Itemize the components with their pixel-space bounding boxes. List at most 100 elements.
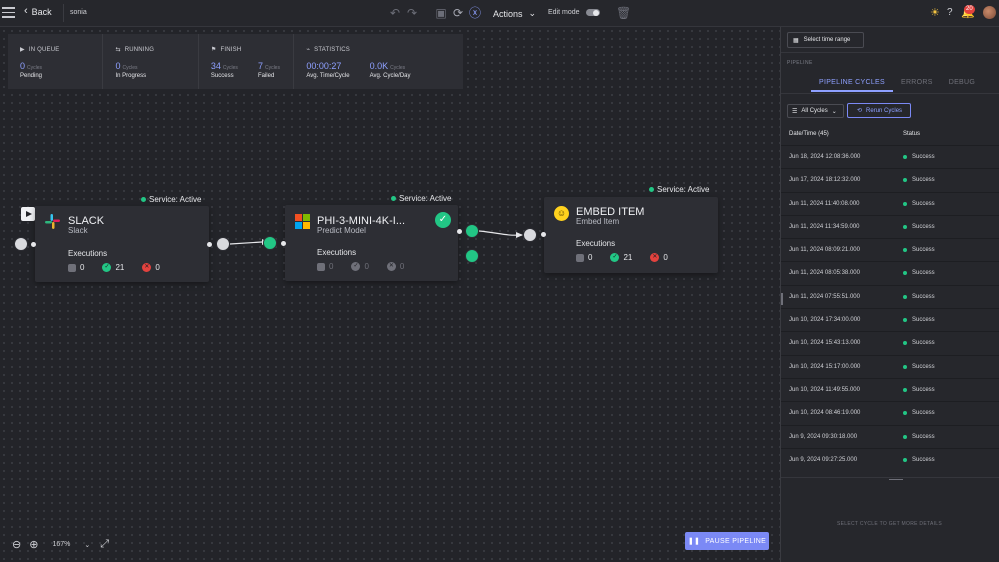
checkmark-icon: ✓ — [435, 212, 451, 228]
table-row[interactable]: Jun 17, 2024 18:12:32.000 Success — [781, 168, 999, 191]
row-datetime: Jun 10, 2024 17:34:00.000 — [789, 317, 861, 324]
table-row[interactable]: Jun 11, 2024 08:09:21.000 Success — [781, 238, 999, 261]
status-text: Success — [912, 433, 935, 440]
output-port-2[interactable] — [465, 249, 479, 263]
error-count: 0 — [155, 263, 160, 272]
connector-line[interactable] — [478, 230, 523, 236]
error-icon: ✕ — [142, 263, 152, 272]
node-input-port[interactable] — [281, 241, 286, 246]
time-range-label: Select time range — [803, 37, 851, 43]
slack-icon — [45, 214, 60, 229]
connector-line[interactable] — [229, 241, 263, 245]
zoom-level[interactable]: 167% — [52, 541, 70, 548]
avatar[interactable] — [983, 6, 996, 19]
pending-count: 0 — [80, 263, 85, 272]
cycles-table: Jun 18, 2024 12:08:36.000 Success Jun 17, … — [781, 145, 999, 471]
table-row[interactable]: Jun 10, 2024 15:17:00.000 Success — [781, 354, 999, 378]
node-output-port[interactable] — [457, 229, 462, 234]
tab-errors[interactable]: ERRORS — [893, 79, 941, 92]
zoom-out-icon[interactable]: ⊖ — [12, 538, 21, 551]
node-output-port[interactable] — [207, 242, 212, 247]
table-row[interactable]: Jun 11, 2024 07:55:51.000 Success — [781, 284, 999, 308]
status-dot — [903, 294, 907, 299]
trigger-play-button[interactable] — [21, 207, 35, 221]
node-subtitle: Slack — [68, 226, 88, 235]
column-datetime[interactable]: Date/Time (45) — [789, 131, 829, 137]
node-embed-item[interactable]: ☺ EMBED ITEM Embed Item Executions 0 ✓ 21… — [544, 197, 718, 273]
sun-icon[interactable]: ☀ — [930, 6, 940, 19]
row-status: Success — [903, 410, 935, 416]
row-datetime: Jun 17, 2024 18:12:32.000 — [789, 177, 861, 184]
pending-count: 0 — [588, 253, 593, 262]
divider — [781, 52, 999, 53]
service-text: Service: Active — [149, 195, 202, 204]
pause-pipeline-button[interactable]: ❚❚ PAUSE PIPELINE — [685, 532, 769, 550]
status-dot — [903, 434, 907, 439]
rerun-cycles-button[interactable]: ⟲ Rerun Cycles — [847, 103, 911, 118]
table-header: Date/Time (45) Status — [789, 131, 989, 137]
table-row[interactable]: Jun 11, 2024 11:34:59.000 Success — [781, 214, 999, 238]
row-status: Success — [903, 340, 935, 346]
row-status: Success — [903, 247, 935, 253]
row-datetime: Jun 11, 2024 11:34:59.000 — [789, 223, 860, 230]
executions-label: Executions — [317, 248, 357, 257]
resize-handle[interactable] — [889, 479, 903, 480]
table-row[interactable]: Jun 9, 2024 09:30:18.000 Success — [781, 424, 999, 448]
filter-icon: ☰ — [792, 108, 798, 115]
table-row[interactable]: Jun 11, 2024 08:05:38.000 Success — [781, 261, 999, 284]
node-phi-3-mini[interactable]: PHI-3-MINI-4K-I... Predict Model Executi… — [285, 205, 458, 281]
output-port[interactable] — [216, 237, 230, 251]
pause-icon: ❚❚ — [687, 538, 701, 545]
output-port[interactable] — [465, 224, 479, 238]
time-range-button[interactable]: ▦ Select time range — [787, 32, 864, 48]
details-hint: SELECT CYCLE TO GET MORE DETAILS — [837, 521, 942, 527]
arrow-head — [516, 232, 523, 238]
row-status: Success — [903, 154, 935, 160]
microsoft-icon — [295, 214, 310, 229]
status-dot — [903, 457, 907, 462]
panel-tabs: PIPELINE CYCLES ERRORS DEBUG — [811, 79, 983, 92]
status-text: Success — [912, 200, 935, 207]
status-dot — [903, 387, 907, 392]
node-slack[interactable]: SLACK Slack Executions 0 ✓ 21 ✕ 0 — [35, 206, 209, 282]
node-subtitle: Predict Model — [317, 226, 366, 235]
input-port[interactable] — [263, 236, 277, 250]
row-status: Success — [903, 177, 935, 183]
status-dot — [141, 197, 146, 202]
help-icon[interactable]: ? — [947, 7, 953, 18]
calendar-icon: ▦ — [793, 37, 799, 44]
cycles-filter-select[interactable]: ☰ All Cycles ⌄ — [787, 104, 844, 118]
row-datetime: Jun 18, 2024 12:08:36.000 — [789, 154, 861, 160]
divider — [781, 477, 999, 478]
chevron-down-icon[interactable]: ⌄ — [84, 541, 90, 549]
status-text: Success — [912, 317, 935, 324]
fit-screen-icon[interactable]: ⤢ — [100, 538, 109, 551]
error-icon: ✕ — [650, 253, 660, 262]
row-datetime: Jun 11, 2024 08:09:21.000 — [789, 247, 860, 254]
success-count: 21 — [623, 253, 633, 262]
node-input-port[interactable] — [541, 232, 546, 237]
tab-pipeline-cycles[interactable]: PIPELINE CYCLES — [811, 79, 893, 92]
table-row[interactable]: Jun 10, 2024 15:43:13.000 Success — [781, 331, 999, 354]
row-status: Success — [903, 294, 935, 300]
node-input-port[interactable] — [31, 242, 36, 247]
input-port[interactable] — [523, 228, 537, 242]
error-icon: ✕ — [386, 262, 396, 271]
zoom-in-icon[interactable]: ⊕ — [29, 538, 38, 551]
table-row[interactable]: Jun 11, 2024 11:40:08.000 Success — [781, 191, 999, 215]
status-dot — [391, 196, 396, 201]
scrollbar[interactable] — [781, 293, 783, 305]
table-row[interactable]: Jun 10, 2024 17:34:00.000 Success — [781, 308, 999, 331]
tab-debug[interactable]: DEBUG — [941, 79, 983, 92]
status-dot — [903, 248, 907, 253]
execution-counts: 0 ✓ 21 ✕ 0 — [576, 253, 668, 262]
status-dot — [903, 411, 907, 416]
table-row[interactable]: Jun 18, 2024 12:08:36.000 Success — [781, 145, 999, 168]
section-label: PIPELINE — [787, 60, 813, 66]
status-dot — [903, 364, 907, 369]
pending-icon — [576, 253, 584, 262]
table-row[interactable]: Jun 9, 2024 09:27:25.000 Success — [781, 447, 999, 471]
table-row[interactable]: Jun 10, 2024 08:46:19.000 Success — [781, 401, 999, 424]
table-row[interactable]: Jun 10, 2024 11:49:55.000 Success — [781, 377, 999, 401]
input-port[interactable] — [14, 237, 28, 251]
